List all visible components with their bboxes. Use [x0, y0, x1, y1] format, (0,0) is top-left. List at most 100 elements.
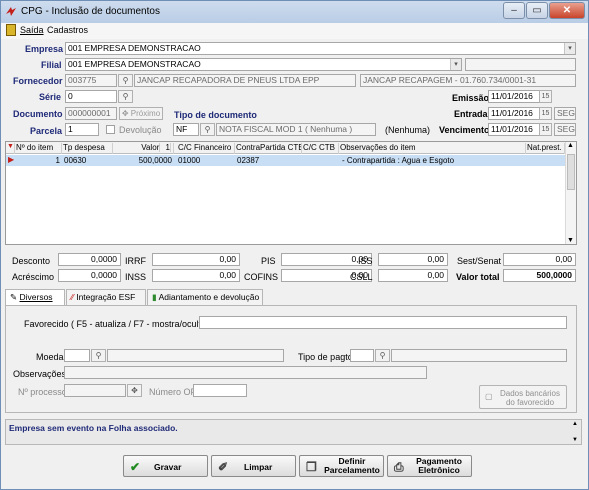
observacoes-input[interactable]: [64, 366, 427, 379]
tab-strip: ✎ Diversos ⁄⁄ Integração ESF ▮ Adiantame…: [5, 289, 577, 306]
exit-icon: [6, 24, 16, 36]
documento-input[interactable]: 000000001: [65, 107, 117, 120]
cell-tp-despesa: 00630: [64, 156, 87, 165]
favorecido-label: Favorecido ( F5 - atualiza / F7 - mostra…: [24, 319, 221, 329]
entrada-value: 11/01/2016: [491, 108, 533, 118]
definir-parcelamento-label: Definir Parcelamento: [324, 456, 380, 475]
col-header[interactable]: Tp despesa: [63, 143, 113, 154]
close-button[interactable]: ✕: [549, 2, 585, 19]
calendar-icon[interactable]: 15: [539, 123, 552, 136]
csll-input[interactable]: 0,00: [378, 269, 448, 282]
desconto-label: Desconto: [12, 256, 51, 266]
sest-senat-input[interactable]: 0,00: [503, 253, 576, 266]
calendar-icon[interactable]: 15: [539, 107, 552, 120]
maximize-button[interactable]: ▭: [526, 2, 548, 19]
col-header[interactable]: C/C CTB: [303, 143, 339, 154]
binoculars-icon[interactable]: ⚲: [118, 90, 133, 103]
observacoes-label: Observações: [13, 369, 67, 379]
pagamento-eletronico-label: Pagamento Eletrônico: [416, 456, 462, 475]
items-table[interactable]: ▼ Nº do item Tp despesa Valor 1 C/C Fina…: [5, 141, 577, 245]
tab-label: Integração ESF: [76, 292, 136, 302]
iss-input[interactable]: 0,00: [378, 253, 448, 266]
scroll-down-icon[interactable]: ▼: [572, 437, 578, 443]
acrescimo-input[interactable]: 0,0000: [58, 269, 121, 282]
entrada-label: Entrada: [454, 109, 488, 119]
col-header[interactable]: Valor 1: [114, 143, 174, 154]
table-scrollbar[interactable]: ▲ ▼: [565, 142, 576, 244]
serie-input[interactable]: 0: [65, 90, 117, 103]
sest-senat-label: Sest/Senat: [457, 256, 502, 266]
tipo-doc-label: Tipo de documento: [174, 110, 257, 120]
scroll-up-icon[interactable]: ▲: [572, 421, 578, 427]
chevron-down-icon: ▾: [450, 59, 461, 70]
col-header[interactable]: C/C Financeiro: [178, 143, 235, 154]
inss-input[interactable]: 0,00: [152, 269, 240, 282]
gravar-button[interactable]: ✔ Gravar: [123, 455, 208, 477]
tab-diversos[interactable]: ✎ Diversos: [5, 289, 65, 306]
checkmark-icon: ✔: [130, 460, 141, 474]
serie-label: Série: [39, 92, 62, 102]
vencimento-label: Vencimento: [439, 125, 490, 135]
emissao-label: Emissão: [452, 93, 490, 103]
moeda-input[interactable]: [64, 349, 90, 362]
col-header[interactable]: Observações do item: [340, 143, 526, 154]
irrf-label: IRRF: [125, 256, 146, 266]
emissao-value: 11/01/2016: [491, 91, 533, 101]
devolucao-checkbox[interactable]: [106, 125, 115, 134]
empresa-value: 001 EMPRESA DEMONSTRACAO: [68, 43, 201, 53]
binoculars-icon[interactable]: ⚲: [375, 349, 390, 362]
col-header-label: Valor: [141, 143, 161, 152]
tab-integracao-esf[interactable]: ⁄⁄ Integração ESF: [66, 289, 146, 305]
plus-icon[interactable]: ✥: [127, 384, 142, 397]
minimize-button[interactable]: –: [503, 2, 525, 19]
tipo-pagto-input[interactable]: [350, 349, 374, 362]
col-header[interactable]: ContraPartida CTB: [236, 143, 302, 154]
scroll-down-icon[interactable]: ▼: [567, 237, 574, 244]
definir-parcelamento-button[interactable]: ❐ Definir Parcelamento: [299, 455, 384, 477]
empresa-label: Empresa: [25, 44, 64, 54]
status-message: Empresa sem evento na Folha associado.: [9, 423, 178, 433]
empresa-select[interactable]: 001 EMPRESA DEMONSTRACAO ▾: [65, 42, 576, 55]
moeda-desc-field: [107, 349, 284, 362]
cofins-label: COFINS: [244, 272, 279, 282]
col-header[interactable]: Nat.prest.: [527, 143, 565, 154]
desconto-input[interactable]: 0,0000: [58, 253, 121, 266]
pagamento-eletronico-button[interactable]: ⎙ Pagamento Eletrônico: [387, 455, 472, 477]
tab-label: Adiantamento e devolução: [158, 292, 260, 302]
binoculars-icon[interactable]: ⚲: [200, 123, 215, 136]
irrf-input[interactable]: 0,00: [152, 253, 240, 266]
devolucao-label: Devolução: [119, 125, 162, 135]
calendar-icon[interactable]: 15: [539, 90, 552, 103]
proximo-button[interactable]: ✥ Próximo: [119, 107, 163, 120]
n-processo-input[interactable]: [64, 384, 126, 397]
binoculars-icon[interactable]: ⚲: [91, 349, 106, 362]
fornecedor-code-input[interactable]: 003775: [65, 74, 117, 87]
filial-value: 001 EMPRESA DEMONSTRACAO: [68, 59, 201, 69]
diversos-panel: Favorecido ( F5 - atualiza / F7 - mostra…: [5, 305, 577, 413]
parcela-label: Parcela: [30, 126, 63, 136]
parcela-input[interactable]: 1: [65, 123, 99, 136]
col-header[interactable]: Nº do item: [16, 143, 62, 154]
scroll-thumb[interactable]: [567, 154, 575, 190]
filial-label: Filial: [41, 60, 62, 70]
numero-op-input[interactable]: [193, 384, 247, 397]
sort-indicator: 1: [165, 143, 171, 152]
limpar-button[interactable]: ✐ Limpar: [211, 455, 296, 477]
dados-bancarios-button[interactable]: ▢ Dados bancários do favorecido: [479, 385, 567, 409]
tab-label: Diversos: [19, 292, 53, 302]
documento-label: Documento: [13, 109, 63, 119]
vencimento-value: 11/01/2016: [491, 124, 533, 134]
menu-cadastros[interactable]: Cadastros: [47, 25, 88, 35]
table-row[interactable]: ▶ 1 00630 500,0000 01000 02387 - Contrap…: [6, 155, 566, 166]
binoculars-icon[interactable]: ⚲: [118, 74, 133, 87]
favorecido-input[interactable]: [199, 316, 567, 329]
tab-adiantamento[interactable]: ▮ Adiantamento e devolução: [147, 289, 263, 305]
cell-cc-financeiro: 01000: [178, 156, 201, 165]
menu-saida[interactable]: Saída: [20, 25, 44, 35]
tipo-doc-desc-field: NOTA FISCAL MOD 1 ( Nenhuma ): [216, 123, 376, 136]
scroll-up-icon[interactable]: ▲: [567, 142, 574, 149]
status-bar: Empresa sem evento na Folha associado. ▲…: [5, 419, 582, 445]
tipo-doc-code-input[interactable]: NF: [173, 123, 199, 136]
eraser-icon: ✐: [218, 460, 229, 474]
filial-select[interactable]: 001 EMPRESA DEMONSTRACAO ▾: [65, 58, 462, 71]
